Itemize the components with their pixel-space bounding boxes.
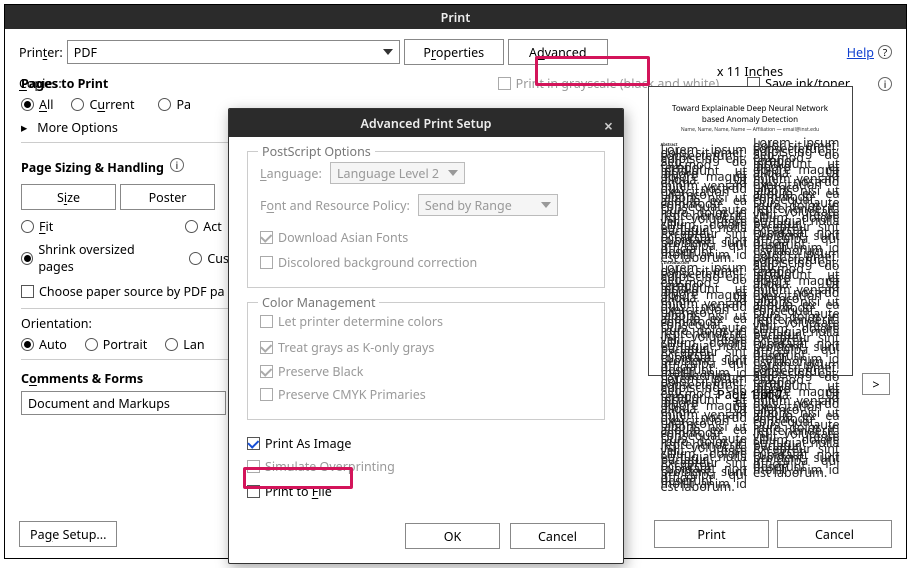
orient-auto-radio[interactable]: Auto [21,336,67,353]
shrink-radio[interactable]: Shrink oversized pages [21,241,165,275]
print-preview: Toward Explainable Deep Neural Network b… [648,86,853,376]
info-icon[interactable]: i [170,158,184,172]
advanced-button[interactable]: Advanced [508,39,608,65]
pages-current-radio[interactable]: Current [71,96,134,113]
preview-dims: x 11 Inches [610,63,890,80]
size-button[interactable]: Size [21,184,116,210]
orient-portrait-radio[interactable]: Portrait [85,336,147,353]
policy-label: Font and Resource Policy: [260,197,410,214]
advanced-titlebar: Advanced Print Setup × [229,109,623,137]
actual-radio[interactable]: Act [185,218,222,235]
printer-select[interactable]: PDF [67,40,400,64]
printer-label: Printer: [19,44,63,61]
discolored-bg-check: Discolored background correction [260,254,477,271]
fit-radio[interactable]: Fit [21,218,53,235]
treat-grays-check: Treat grays as K-only grays [260,339,434,356]
preserve-cmyk-check: Preserve CMYK Primaries [260,386,426,403]
postscript-options-group: PostScript Options Language: Language Le… [247,151,605,288]
poster-button[interactable]: Poster [120,184,215,210]
adv-ok-button[interactable]: OK [405,523,500,549]
pages-all-radio[interactable]: All [21,96,53,113]
preserve-black-check: Preserve Black [260,363,363,380]
page-sizing-heading: Page Sizing & Handling [21,159,164,176]
language-select: Language Level 2 [330,162,465,184]
advanced-print-setup-dialog: Advanced Print Setup × PostScript Option… [228,108,624,564]
orient-land-radio[interactable]: Lan [165,336,204,353]
chevron-down-icon [383,49,393,55]
print-to-file-check[interactable]: Print to File [247,483,332,500]
comments-forms-heading: Comments & Forms [21,370,241,387]
color-management-group: Color Management Let printer determine c… [247,302,605,420]
print-title: Print [441,9,471,26]
advanced-title: Advanced Print Setup [360,115,491,132]
let-printer-check: Let printer determine colors [260,313,443,330]
download-asian-check: Download Asian Fonts [260,229,408,246]
language-label: Language: [260,165,322,182]
properties-button[interactable]: Properties [404,39,504,65]
page-setup-button[interactable]: Page Setup... [19,521,117,547]
print-button[interactable]: Print [654,520,769,548]
more-options-toggle[interactable]: ▸More Options [21,119,241,136]
chevron-down-icon [541,202,551,208]
chevron-down-icon [448,170,458,176]
print-as-image-check[interactable]: Print As Image [247,435,351,452]
simulate-overprint-check: Simulate Overprinting [247,458,395,475]
pages-range-radio[interactable]: Pa [158,96,191,113]
custom-radio[interactable]: Cus [189,250,229,267]
preview-next-button[interactable]: > [862,373,890,395]
comments-forms-select[interactable]: Document and Markups [21,391,226,415]
pages-to-print-heading: Pages to Print [21,75,241,92]
choose-paper-check[interactable]: Choose paper source by PDF pa [21,283,225,300]
help-icon[interactable]: ? [878,45,892,59]
close-icon[interactable]: × [604,115,613,137]
orientation-label: Orientation: [21,315,241,332]
cancel-button[interactable]: Cancel [777,520,892,548]
adv-cancel-button[interactable]: Cancel [510,523,605,549]
policy-select: Send by Range [418,194,558,216]
preview-pager: Page 1 of 7 [610,386,890,403]
help-link[interactable]: Help [847,44,874,61]
print-titlebar: Print [5,5,906,29]
